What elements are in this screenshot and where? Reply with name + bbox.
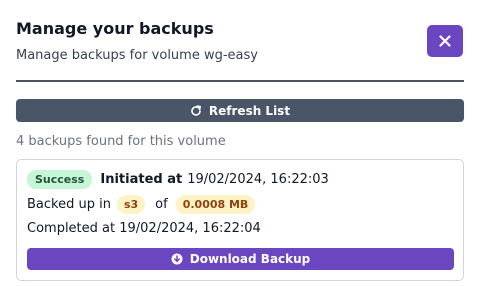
initiated-at-value: 19/02/2024, 16:22:03 bbox=[187, 172, 329, 187]
completed-at-text: Completed at 19/02/2024, 16:22:04 bbox=[27, 221, 261, 236]
download-icon bbox=[171, 253, 183, 265]
refresh-icon bbox=[190, 104, 202, 117]
status-badge: Success bbox=[27, 170, 93, 189]
backups-modal: Manage your backups Manage backups for v… bbox=[0, 0, 477, 287]
close-button[interactable] bbox=[427, 25, 463, 57]
download-backup-label: Download Backup bbox=[189, 252, 311, 266]
backed-up-label: Backed up in bbox=[27, 197, 111, 212]
modal-title: Manage your backups bbox=[16, 19, 214, 38]
divider bbox=[16, 80, 464, 82]
backup-count-text: 4 backups found for this volume bbox=[16, 134, 226, 149]
of-label: of bbox=[155, 197, 168, 212]
backup-card: Success Initiated at 19/02/2024, 16:22:0… bbox=[16, 159, 464, 281]
initiated-label: Initiated at bbox=[100, 172, 183, 187]
download-backup-button[interactable]: Download Backup bbox=[27, 248, 454, 270]
refresh-list-button[interactable]: Refresh List bbox=[16, 99, 464, 122]
size-badge: 0.0008 MB bbox=[175, 195, 256, 214]
backup-status-row: Success Initiated at 19/02/2024, 16:22:0… bbox=[27, 170, 329, 189]
modal-subtitle: Manage backups for volume wg-easy bbox=[16, 48, 258, 63]
storage-badge: s3 bbox=[116, 195, 146, 214]
backup-location-row: Backed up in s3 of 0.0008 MB bbox=[27, 195, 256, 214]
close-icon bbox=[439, 35, 451, 47]
refresh-list-label: Refresh List bbox=[208, 103, 291, 118]
